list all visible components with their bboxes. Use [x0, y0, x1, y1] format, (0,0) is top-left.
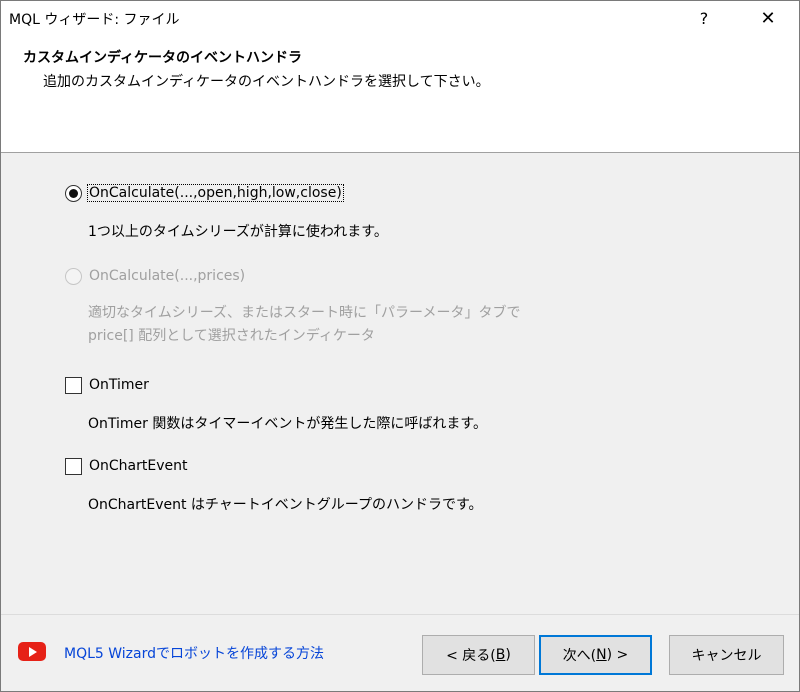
option-oncalculate-ohlc[interactable]: OnCalculate(...,open,high,low,close) — [65, 182, 344, 204]
option-description: OnTimer 関数はタイマーイベントが発生した際に呼ばれます。 — [88, 416, 487, 432]
next-button[interactable]: 次へ(N) > — [539, 635, 652, 675]
wizard-window: MQL ウィザード: ファイル ? ✕ カスタムインディケータのイベントハンドラ… — [0, 0, 800, 692]
option-label[interactable]: OnCalculate(...,open,high,low,close) — [87, 184, 344, 202]
radio-oncalculate-prices[interactable] — [65, 267, 82, 285]
checkbox-ontimer[interactable] — [65, 376, 82, 394]
page-subtitle: 追加のカスタムインディケータのイベントハンドラを選択して下さい。 — [43, 74, 490, 90]
option-label[interactable]: OnTimer — [88, 377, 150, 393]
option-ontimer[interactable]: OnTimer — [65, 374, 150, 396]
page-title: カスタムインディケータのイベントハンドラ — [23, 50, 303, 66]
option-description: OnChartEvent はチャートイベントグループのハンドラです。 — [88, 497, 483, 513]
youtube-icon[interactable] — [18, 642, 46, 661]
radio-oncalculate-ohlc[interactable] — [65, 184, 82, 202]
cancel-button[interactable]: キャンセル — [669, 635, 784, 675]
title-bar: MQL ウィザード: ファイル ? ✕ — [1, 1, 799, 35]
option-description: 1つ以上のタイムシリーズが計算に使われます。 — [88, 224, 388, 240]
help-video-link[interactable]: MQL5 Wizardでロボットを作成する方法 — [64, 643, 324, 663]
close-button[interactable]: ✕ — [745, 1, 791, 35]
wizard-header: カスタムインディケータのイベントハンドラ 追加のカスタムインディケータのイベント… — [1, 35, 799, 153]
window-title: MQL ウィザード: ファイル — [9, 12, 180, 28]
option-description: 適切なタイムシリーズ、またはスタート時に「パラーメータ」タブで price[] … — [88, 305, 521, 344]
checkbox-onchartevent[interactable] — [65, 457, 82, 475]
footer-divider — [1, 614, 799, 615]
help-button[interactable]: ? — [681, 1, 727, 35]
option-oncalculate-prices[interactable]: OnCalculate(...,prices) — [65, 265, 246, 287]
option-onchartevent[interactable]: OnChartEvent — [65, 455, 188, 477]
option-label[interactable]: OnChartEvent — [88, 458, 188, 474]
back-button[interactable]: < 戻る(B) — [422, 635, 535, 675]
option-label[interactable]: OnCalculate(...,prices) — [88, 268, 246, 284]
